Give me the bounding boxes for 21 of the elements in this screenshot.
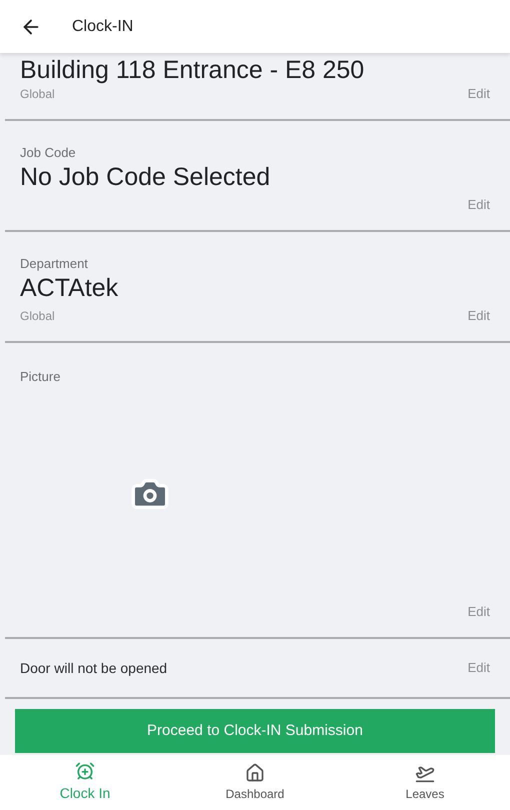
- edit-link[interactable]: Edit: [468, 658, 490, 678]
- scope-text: Global: [20, 308, 55, 325]
- field-label: Picture: [20, 368, 62, 386]
- field-label: Department: [20, 255, 89, 273]
- field-value: Building 118 Entrance - E8 250: [20, 56, 366, 84]
- edit-link[interactable]: Edit: [468, 194, 490, 214]
- proceed-button[interactable]: Proceed to Clock-IN Submission: [15, 709, 495, 753]
- edit-link[interactable]: Edit: [468, 306, 490, 325]
- scope-text: Global: [20, 86, 55, 103]
- edit-link[interactable]: Edit: [468, 84, 490, 103]
- nav-tab[interactable]: Leaves: [340, 755, 510, 810]
- home-icon: [245, 762, 265, 782]
- nav-tab[interactable]: Clock In: [0, 755, 170, 810]
- field-value: ACTAtek: [20, 274, 120, 302]
- field-label: Job Code: [20, 144, 77, 162]
- header-title: Clock-IN: [72, 16, 134, 36]
- field-value: No Job Code Selected: [20, 162, 272, 190]
- alarm-clock-icon: [75, 761, 95, 781]
- edit-link[interactable]: Edit: [468, 602, 490, 621]
- door-status-text: Door will not be opened: [20, 658, 168, 678]
- nav-tab[interactable]: Dashboard: [170, 755, 340, 810]
